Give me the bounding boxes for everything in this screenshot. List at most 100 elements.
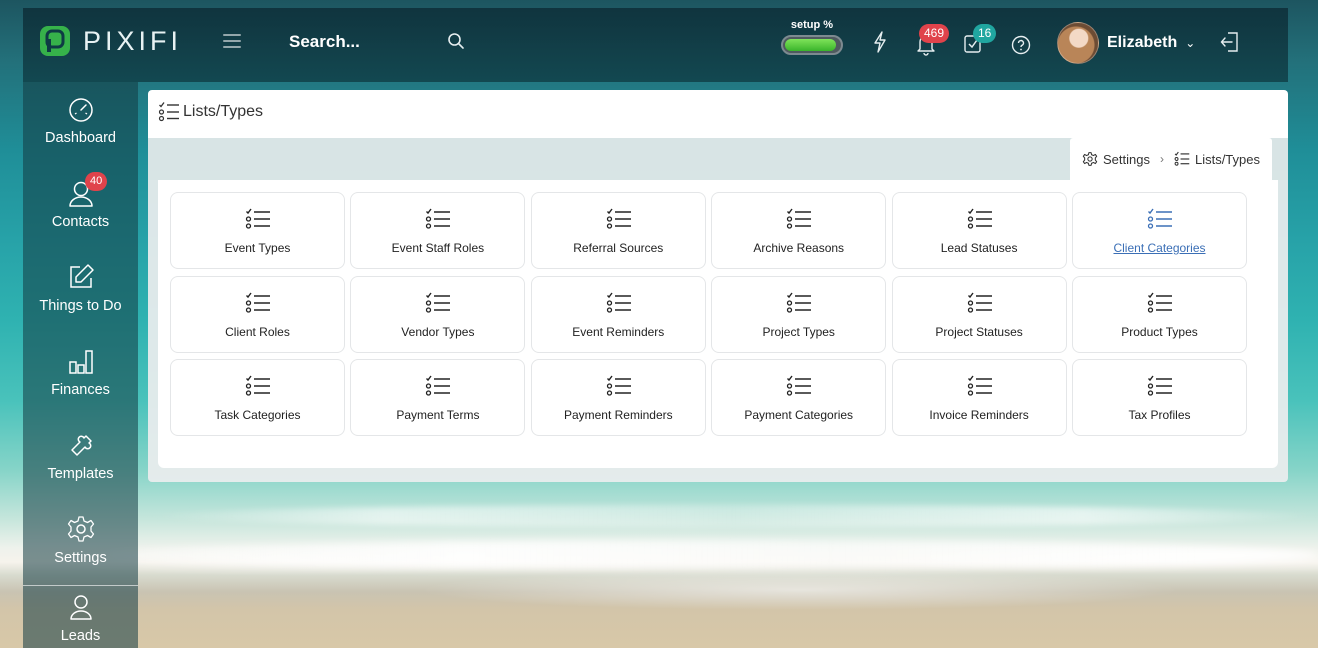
list-checks-icon <box>245 208 271 235</box>
setup-progress[interactable]: setup % <box>779 19 845 55</box>
sidebar-item-dashboard[interactable]: Dashboard <box>23 94 138 146</box>
avatar <box>1057 22 1099 64</box>
tile-label: Product Types <box>1121 324 1198 339</box>
notifications-badge: 469 <box>919 24 950 43</box>
breadcrumb: Settings › Lists/Types <box>1069 138 1272 180</box>
list-type-tile[interactable]: Vendor Types <box>350 275 526 353</box>
sidebar-item-templates[interactable]: Templates <box>23 430 138 482</box>
breadcrumb-current: Lists/Types <box>1194 151 1260 167</box>
search-input[interactable]: Search... <box>289 32 360 52</box>
list-type-tile[interactable]: Event Reminders <box>530 275 706 353</box>
list-type-tile[interactable]: Lead Statuses <box>891 192 1067 269</box>
pixifi-logo-icon <box>40 26 70 56</box>
list-checks-icon <box>786 375 812 402</box>
edit-icon <box>69 264 94 288</box>
sidebar-item-label: Templates <box>47 466 114 482</box>
list-type-tile[interactable]: Project Statuses <box>891 275 1067 353</box>
sidebar-item-label: Dashboard <box>45 130 116 146</box>
tile-label: Payment Terms <box>396 408 480 422</box>
tile-grid: Event Types Event Staff Roles Referral S… <box>158 180 1278 468</box>
logout-icon[interactable] <box>1219 30 1241 54</box>
page-title: Lists/Types <box>183 103 264 120</box>
list-checks-icon <box>245 292 271 319</box>
tile-label: Payment Categories <box>744 408 854 422</box>
tile-label: Client Categories <box>1113 241 1206 255</box>
breadcrumb-settings-link[interactable]: Settings <box>1103 152 1150 167</box>
bar-chart-icon <box>68 350 93 374</box>
list-checks-icon <box>1174 151 1190 167</box>
sidebar-item-leads[interactable]: Leads <box>23 592 138 644</box>
list-type-tile[interactable]: Task Categories <box>170 359 345 436</box>
list-type-tile[interactable]: Payment Categories <box>711 359 887 436</box>
gear-icon <box>67 516 94 542</box>
lightning-icon[interactable] <box>871 30 889 54</box>
sidebar-item-finances[interactable]: Finances <box>23 346 138 398</box>
tile-label: Invoice Reminders <box>929 408 1029 422</box>
list-type-tile[interactable]: Client Roles <box>170 275 345 353</box>
list-checks-icon <box>606 292 632 319</box>
list-checks-icon <box>1147 375 1173 402</box>
list-type-tile[interactable]: Referral Sources <box>530 192 706 269</box>
list-type-tile[interactable]: Client Categories <box>1072 192 1247 269</box>
list-checks-icon <box>967 292 993 319</box>
person-outline-icon <box>69 595 92 620</box>
tile-label: Task Categories <box>214 408 301 422</box>
search-icon[interactable] <box>447 32 465 50</box>
chevron-down-icon: ⌄ <box>1185 36 1196 50</box>
list-type-tile[interactable]: Archive Reasons <box>711 192 887 269</box>
tile-label: Event Staff Roles <box>391 241 485 255</box>
tile-label: Referral Sources <box>573 241 664 255</box>
tile-label: Payment Reminders <box>563 408 673 422</box>
sidebar-item-settings[interactable]: Settings <box>23 514 138 566</box>
list-checks-icon <box>967 375 993 402</box>
list-type-tile[interactable]: Project Types <box>711 275 887 353</box>
list-type-tile[interactable]: Product Types <box>1072 275 1247 353</box>
list-checks-icon <box>786 292 812 319</box>
list-type-tile[interactable]: Event Types <box>170 192 345 269</box>
list-type-tile[interactable]: Invoice Reminders <box>891 359 1067 436</box>
puzzle-icon <box>70 435 92 456</box>
gear-icon <box>1082 151 1098 167</box>
list-checks-icon <box>158 102 179 122</box>
list-checks-icon <box>606 208 632 235</box>
list-checks-icon <box>1147 208 1173 235</box>
list-checks-icon <box>786 208 812 235</box>
tile-label: Archive Reasons <box>753 241 845 255</box>
lists-types-container: Event Types Event Staff Roles Referral S… <box>148 180 1288 482</box>
sidebar-item-contacts[interactable]: 40 Contacts <box>23 172 138 230</box>
setup-progress-bar <box>781 35 843 55</box>
list-checks-icon <box>967 208 993 235</box>
list-type-tile[interactable]: Payment Terms <box>350 359 526 436</box>
list-checks-icon <box>425 375 451 402</box>
tile-label: Tax Profiles <box>1128 408 1191 422</box>
tile-label: Project Types <box>762 324 835 339</box>
tile-label: Lead Statuses <box>940 241 1018 255</box>
contacts-badge: 40 <box>85 172 108 191</box>
list-checks-icon <box>606 375 632 402</box>
sidebar-item-label: Leads <box>60 628 101 644</box>
app-logo[interactable]: PIXIFI <box>39 25 182 57</box>
user-menu[interactable]: Elizabeth ⌄ <box>1057 22 1195 64</box>
list-type-tile[interactable]: Payment Reminders <box>530 359 706 436</box>
help-icon[interactable] <box>1011 35 1031 55</box>
sidebar-item-label: Finances <box>51 382 110 398</box>
tile-label: Event Reminders <box>572 324 665 339</box>
menu-toggle-icon[interactable] <box>223 34 241 48</box>
tile-label: Event Types <box>224 241 291 255</box>
breadcrumb-bar: Settings › Lists/Types <box>148 138 1288 180</box>
list-type-tile[interactable]: Tax Profiles <box>1072 359 1247 436</box>
list-type-tile[interactable]: Event Staff Roles <box>350 192 526 269</box>
setup-progress-fill <box>785 39 837 51</box>
sidebar-divider <box>23 585 138 586</box>
wave-foam <box>100 540 1318 570</box>
tile-label: Vendor Types <box>401 324 475 339</box>
user-name: Elizabeth <box>1107 34 1178 51</box>
sidebar-item-label: Contacts <box>51 214 110 230</box>
list-checks-icon <box>1147 292 1173 319</box>
logo-text: PIXIFI <box>83 25 183 56</box>
gauge-icon <box>68 98 93 122</box>
top-bar: PIXIFI Search... setup % 469 16 Elizabet… <box>23 8 1288 82</box>
sidebar-item-things-to-do[interactable]: Things to Do <box>23 262 138 314</box>
sidebar-item-label: Settings <box>54 550 107 566</box>
tasks-badge: 16 <box>973 24 997 43</box>
